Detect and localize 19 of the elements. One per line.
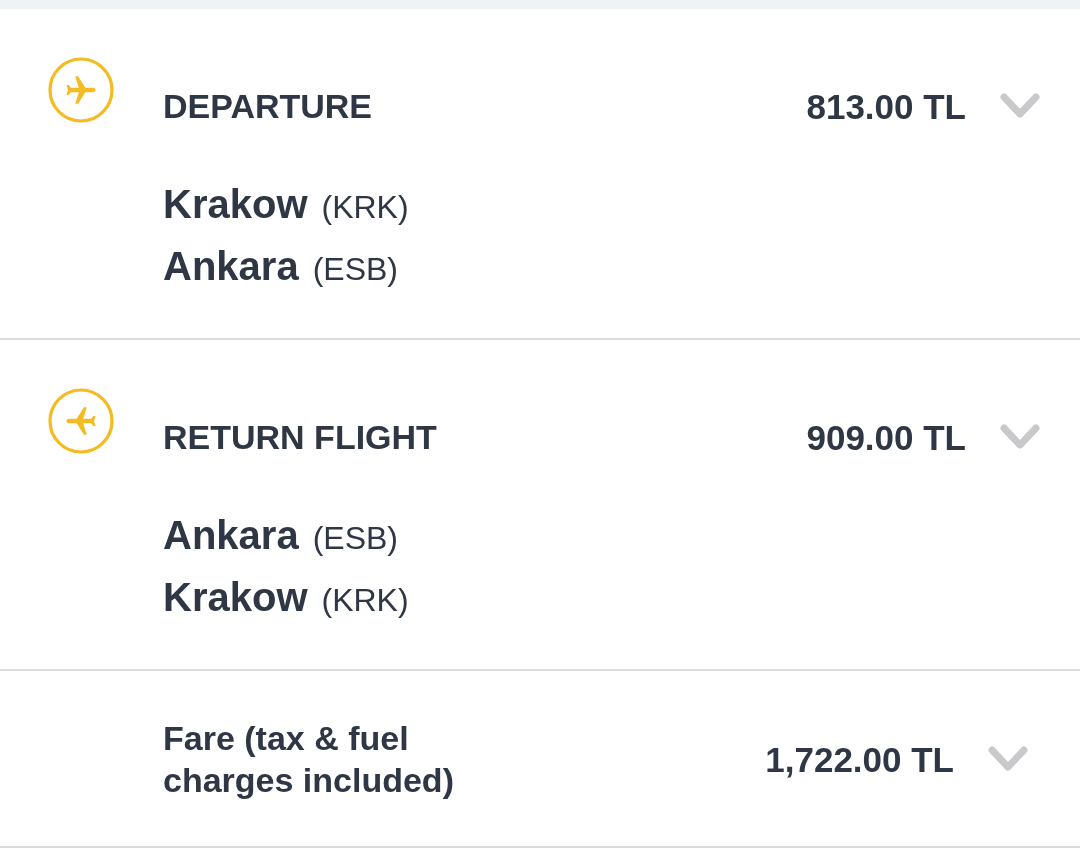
airport-code: (ESB) (312, 519, 398, 558)
flight-price: 909.00 TL (806, 419, 966, 455)
chevron-down-icon[interactable] (1000, 424, 1040, 450)
chevron-down-icon[interactable] (988, 746, 1028, 772)
total-fare-price: 1,722.00 TL (765, 741, 954, 777)
plane-icon (48, 57, 114, 123)
plane-icon (48, 388, 114, 454)
flight-heading: RETURN FLIGHT (163, 420, 438, 454)
flight-price: 813.00 TL (806, 88, 966, 124)
city-name: Krakow (163, 574, 308, 621)
fare-label: Fare (tax & fuel charges included) (163, 718, 455, 801)
city-name: Ankara (163, 243, 299, 290)
flight-heading: DEPARTURE (163, 89, 374, 123)
airport-code: (KRK) (321, 581, 409, 620)
city-name: Ankara (163, 512, 299, 559)
chevron-down-icon[interactable] (1000, 93, 1040, 119)
airport-code: (KRK) (321, 188, 409, 227)
airport-code: (ESB) (312, 250, 398, 289)
city-name: Krakow (163, 181, 308, 228)
